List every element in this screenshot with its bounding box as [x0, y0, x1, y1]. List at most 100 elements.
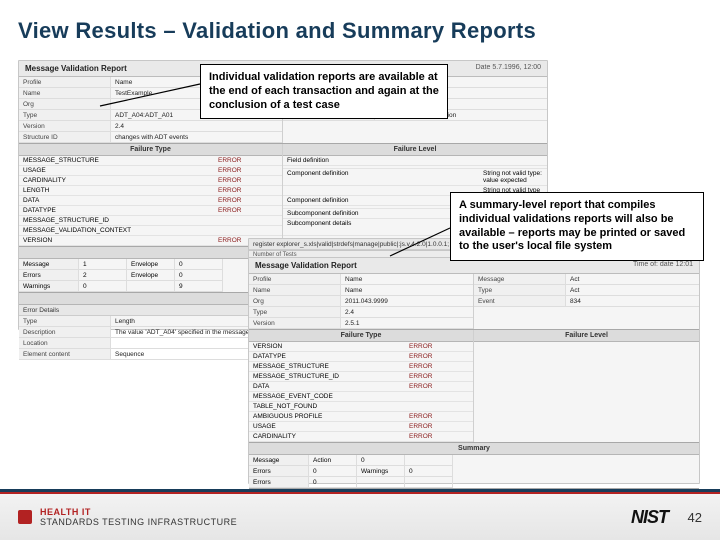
failure-level-header: Failure Level [283, 144, 547, 156]
report-b-title: Message Validation Report [255, 261, 357, 270]
ft: LENGTH [23, 187, 218, 194]
page-number: 42 [678, 510, 702, 525]
value [127, 281, 175, 292]
page-title: View Results – Validation and Summary Re… [0, 0, 720, 50]
ft: CARDINALITY [23, 177, 218, 184]
callout-a-pointer [100, 80, 210, 110]
value: 0 [309, 466, 357, 477]
value: Name [341, 285, 473, 296]
ft: MESSAGE_STRUCTURE [23, 157, 218, 164]
report-a-date: Date 5.7.1996, 12:00 [476, 64, 541, 73]
value: 2.4 [341, 307, 473, 318]
value: 0 [405, 466, 453, 477]
ft: CARDINALITY [253, 433, 409, 440]
value: 2011.043.9999 [341, 296, 473, 307]
label: Profile [19, 77, 111, 88]
value: changes with ADT events [111, 132, 282, 143]
value: 9 [175, 281, 223, 292]
value: Envelope [127, 270, 175, 281]
value: Name [341, 274, 473, 285]
value: 0 [175, 259, 223, 270]
label: Type [474, 285, 566, 296]
fl [409, 393, 469, 400]
callout-individual-reports: Individual validation reports are availa… [200, 64, 448, 119]
value: 2 [79, 270, 127, 281]
label: Name [249, 285, 341, 296]
ft: AMBIGUOUS PROFILE [253, 413, 409, 420]
value [405, 477, 453, 488]
fl: ERROR [218, 197, 278, 204]
value [405, 455, 453, 466]
fl: ERROR [409, 423, 469, 430]
label: Profile [249, 274, 341, 285]
value: 0 [175, 270, 223, 281]
report-b-profile: ProfileName NameName Org2011.043.9999 Ty… [249, 274, 473, 329]
label: Errors [249, 466, 309, 477]
fl: ERROR [409, 343, 469, 350]
fl: ERROR [218, 207, 278, 214]
label: Warnings [19, 281, 79, 292]
value: 0 [357, 455, 405, 466]
nist-logo: NIST [631, 507, 668, 528]
value: Warnings [357, 466, 405, 477]
report-b-msg: MessageAct TypeAct Event834 [474, 274, 699, 307]
fl: ERROR [409, 363, 469, 370]
failure-type-header-b: Failure Type [249, 330, 473, 342]
fl: ERROR [409, 433, 469, 440]
fl: ERROR [218, 157, 278, 164]
label: Org [19, 99, 111, 110]
fl: ERROR [409, 413, 469, 420]
label: Type [19, 110, 111, 121]
fl: ERROR [218, 177, 278, 184]
ft: DATATYPE [253, 353, 409, 360]
label: Event [474, 296, 566, 307]
value: Action [309, 455, 357, 466]
report-a-title: Message Validation Report [25, 64, 127, 73]
callout-summary-report: A summary-level report that compiles ind… [450, 192, 704, 261]
ft: USAGE [253, 423, 409, 430]
ft: MESSAGE_STRUCTURE_ID [253, 373, 409, 380]
ft: TABLE_NOT_FOUND [253, 403, 409, 410]
ft: Component definition [287, 170, 483, 184]
value: Envelope [127, 259, 175, 270]
report-b-date: Time of: date 12:01 [633, 261, 693, 270]
value: 2.4 [111, 121, 282, 132]
label: Name [19, 88, 111, 99]
ft: Field definition [287, 157, 483, 164]
footer-brand: HEALTH IT STANDARDS TESTING INFRASTRUCTU… [18, 507, 237, 527]
value [357, 477, 405, 488]
summary-header-b: Summary [249, 443, 699, 455]
label: Version [19, 121, 111, 132]
label: Type [19, 316, 111, 327]
label: Description [19, 327, 111, 338]
brand-line-1: HEALTH IT [40, 507, 91, 517]
value: 1 [79, 259, 127, 270]
label: Message [474, 274, 566, 285]
brand-square-icon [18, 510, 32, 524]
value: 2.5.1 [341, 318, 473, 329]
ft: MESSAGE_STRUCTURE_ID [23, 217, 218, 224]
failure-list-b: VERSIONERROR DATATYPEERROR MESSAGE_STRUC… [249, 342, 473, 442]
label: Message [19, 259, 79, 270]
validation-report-b: register explorer_s.xls|valid|strdefs|ma… [248, 238, 700, 484]
value: Act [566, 285, 699, 296]
fl [218, 217, 278, 224]
failure-type-header: Failure Type [19, 144, 282, 156]
summary-grid-b: MessageAction0 Errors0Warnings0 Errors0 [249, 455, 699, 488]
ft: DATATYPE [23, 207, 218, 214]
label: Location [19, 338, 111, 349]
label: Message [249, 455, 309, 466]
fl [483, 157, 543, 164]
label: Type [249, 307, 341, 318]
ft: DATA [253, 383, 409, 390]
brand-line-2: STANDARDS TESTING INFRASTRUCTURE [40, 517, 237, 527]
failure-list-left: MESSAGE_STRUCTUREERROR USAGEERROR CARDIN… [19, 156, 282, 246]
label: Errors [19, 270, 79, 281]
label: Version [249, 318, 341, 329]
fl: String not valid type: value expected [483, 170, 543, 184]
ft: MESSAGE_VALIDATION_CONTEXT [23, 227, 218, 234]
label: Errors [249, 477, 309, 488]
ft: DATA [23, 197, 218, 204]
fl: ERROR [409, 373, 469, 380]
label: Element content [19, 349, 111, 360]
